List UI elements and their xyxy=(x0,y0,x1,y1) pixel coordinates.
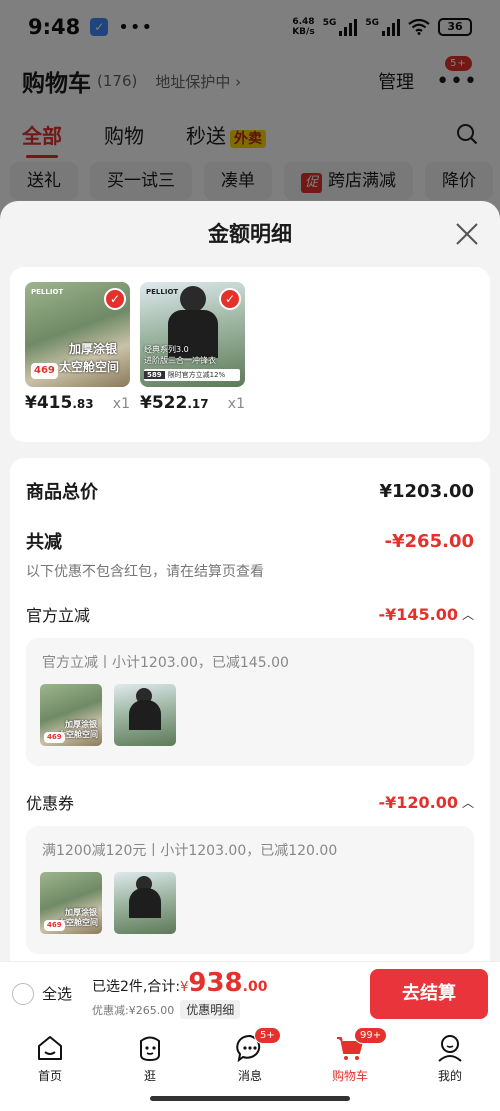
search-icon[interactable] xyxy=(456,123,478,145)
battery-icon: 36 xyxy=(438,18,472,36)
tab-all[interactable]: 全部 xyxy=(22,120,62,158)
cart-tabs: 全部 购物 秒送 外卖 xyxy=(0,112,500,158)
product-image-tent: PELLIOT ✓ 加厚涂银 太空舱空间 469 xyxy=(25,282,130,387)
nav-messages[interactable]: 消息 5+ xyxy=(200,1025,300,1091)
filter-chips: 送礼 买一试三 凑单 促跨店满减 降价 xyxy=(0,162,500,202)
chip-price-drop[interactable]: 降价 xyxy=(425,162,494,200)
discount-note: 以下优惠不包含红包，请在结算页查看 xyxy=(26,564,264,580)
chip-gift[interactable]: 送礼 xyxy=(10,162,78,200)
checkout-button[interactable]: 去结算 xyxy=(370,968,488,1019)
total-row: 商品总价 ¥1203.00 xyxy=(26,480,474,504)
selected-check-icon: ✓ xyxy=(104,288,126,310)
sheet-title: 金额明细 xyxy=(0,201,500,267)
user-icon xyxy=(438,1035,462,1062)
mini-image-jacket xyxy=(114,872,176,934)
total-value: ¥1203.00 xyxy=(379,480,474,502)
total-amount: 938 xyxy=(188,968,243,998)
product-item[interactable]: PELLIOT ✓ 加厚涂银 太空舱空间 469 ¥415.83 x1 xyxy=(25,282,130,413)
net-speed: 6.48 KB/s xyxy=(292,17,315,37)
chip-cross-store[interactable]: 促跨店满减 xyxy=(284,162,414,200)
checkout-bar: 全选 已选2件,合计: ¥938.00 优惠减:¥265.00 优惠明细 去结算 xyxy=(0,961,500,1025)
sum-block: 已选2件,合计: ¥938.00 优惠减:¥265.00 优惠明细 xyxy=(92,968,268,1019)
wifi-icon xyxy=(408,19,430,35)
page-title: 购物车 xyxy=(22,71,91,97)
status-bar: 9:48 ✓ ••• 6.48 KB/s 5G 5G 36 xyxy=(0,0,500,54)
takeout-tag: 外卖 xyxy=(230,129,266,148)
nav-cart[interactable]: 购物车 99+ xyxy=(300,1025,400,1091)
tab-instant[interactable]: 秒送 外卖 xyxy=(186,120,266,149)
bottom-nav: 首页 逛 消息 5+ 购物车 99+ 我的 xyxy=(0,1025,500,1091)
cart-header: 购物车 (176) 地址保护中 › 管理 ••• 5+ xyxy=(0,54,500,108)
face-icon xyxy=(140,1036,160,1062)
promo-tag: 促 xyxy=(301,173,323,193)
discount-row: 共减 -¥265.00 xyxy=(26,530,474,554)
official-discount-detail: 官方立减丨小计1203.00，已减145.00 加厚涂银 太空舱空间 469 xyxy=(26,638,474,766)
close-icon[interactable] xyxy=(454,221,480,247)
product-card: PELLIOT ✓ 加厚涂银 太空舱空间 469 ¥415.83 x1 PELL… xyxy=(10,267,490,442)
tab-shopping[interactable]: 购物 xyxy=(104,120,144,149)
product-item[interactable]: PELLIOT ✓ 经典系列3.0 进阶版三合一冲锋衣 589 限时官方立减12% … xyxy=(140,282,245,413)
signal-icon: 5G xyxy=(323,18,358,36)
signal-icon-2: 5G xyxy=(365,18,400,36)
product-price: ¥415.83 x1 xyxy=(25,393,130,413)
chip-bundle[interactable]: 凑单 xyxy=(204,162,272,200)
coupon-detail: 满1200减120元丨小计1203.00，已减120.00 加厚涂银 太空舱空间 4… xyxy=(26,826,474,954)
amount-detail-sheet: 金额明细 PELLIOT ✓ 加厚涂银 太空舱空间 469 ¥415.83 x1… xyxy=(0,201,500,961)
mini-image-tent: 加厚涂银 太空舱空间 469 xyxy=(40,684,102,746)
product-price: ¥522.17 x1 xyxy=(140,393,245,413)
summary-card: 商品总价 ¥1203.00 共减 -¥265.00 以下优惠不包含红包，请在结算… xyxy=(10,458,490,961)
coupon-row[interactable]: 优惠券 -¥120.00 ︿ xyxy=(26,790,474,814)
nav-profile[interactable]: 我的 xyxy=(400,1025,500,1091)
more-badge: 5+ xyxy=(444,54,473,72)
discount-detail-button[interactable]: 优惠明细 xyxy=(180,1000,241,1019)
nav-browse[interactable]: 逛 xyxy=(100,1025,200,1091)
status-time: 9:48 xyxy=(28,15,81,39)
app-notification-icon: ✓ xyxy=(90,18,109,36)
mini-image-tent: 加厚涂银 太空舱空间 469 xyxy=(40,872,102,934)
more-notifications-icon: ••• xyxy=(118,16,154,38)
home-icon xyxy=(38,1036,62,1060)
message-badge: 5+ xyxy=(254,1027,281,1044)
manage-button[interactable]: 管理 xyxy=(378,68,414,94)
product-image-jacket: PELLIOT ✓ 经典系列3.0 进阶版三合一冲锋衣 589 限时官方立减12% xyxy=(140,282,245,387)
home-indicator xyxy=(150,1096,350,1101)
nav-home[interactable]: 首页 xyxy=(0,1025,100,1091)
cart-count: (176) xyxy=(97,72,138,90)
select-all-radio[interactable] xyxy=(12,982,34,1005)
select-all-label[interactable]: 全选 xyxy=(42,983,72,1004)
more-icon[interactable]: ••• 5+ xyxy=(436,54,478,94)
chip-try[interactable]: 买一试三 xyxy=(90,162,192,200)
chevron-up-icon: ︿ xyxy=(461,795,474,810)
chevron-up-icon: ︿ xyxy=(461,607,474,622)
address-protection[interactable]: 地址保护中 › xyxy=(155,71,241,92)
mini-image-jacket xyxy=(114,684,176,746)
cart-badge: 99+ xyxy=(354,1027,388,1044)
discount-value: -¥265.00 xyxy=(384,530,474,552)
official-discount-row[interactable]: 官方立减 -¥145.00 ︿ xyxy=(26,602,474,626)
selected-check-icon: ✓ xyxy=(219,288,241,310)
